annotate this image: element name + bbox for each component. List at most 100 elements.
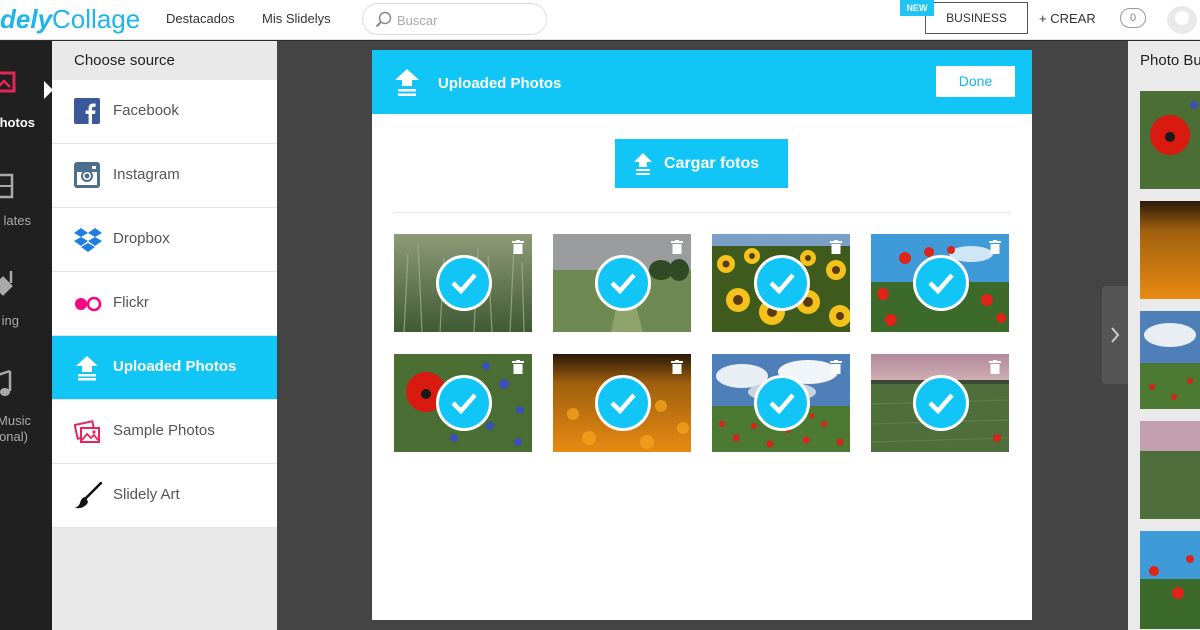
selected-check[interactable]	[754, 255, 810, 311]
photo-thumb[interactable]	[871, 234, 1009, 332]
source-label: Flickr	[113, 294, 149, 311]
rail-label-templates: lates	[3, 213, 31, 228]
photo-thumb[interactable]	[712, 354, 850, 452]
check-icon	[928, 273, 954, 294]
bucket-thumb[interactable]	[1140, 311, 1200, 409]
bucket-photo-field-dusk	[1140, 421, 1200, 519]
selected-check[interactable]	[754, 375, 810, 431]
source-title: Choose source	[74, 52, 175, 69]
source-item-facebook[interactable]: Facebook	[52, 80, 277, 144]
photos-icon	[0, 71, 16, 93]
avatar[interactable]	[1167, 6, 1197, 34]
trash-icon[interactable]	[512, 240, 524, 254]
trash-icon[interactable]	[830, 240, 842, 254]
source-label: Uploaded Photos	[113, 358, 237, 375]
source-item-instagram[interactable]: Instagram	[52, 144, 277, 208]
rail-item-templates[interactable]: lates	[0, 173, 52, 243]
bucket-thumb[interactable]	[1140, 91, 1200, 189]
new-badge: NEW	[900, 0, 934, 16]
instagram-icon	[74, 162, 100, 188]
dropbox-icon	[74, 228, 102, 252]
check-icon	[769, 393, 795, 414]
left-rail: hotos lates ing Music onal)	[0, 41, 52, 630]
nav-featured[interactable]: Destacados	[166, 11, 235, 26]
check-icon	[451, 393, 477, 414]
selected-check[interactable]	[595, 375, 651, 431]
upload-icon	[395, 69, 419, 96]
app-logo[interactable]: delyCollage	[0, 4, 140, 34]
trash-icon[interactable]	[512, 360, 524, 374]
uploaded-photos-modal: Uploaded Photos Done Cargar fotos	[372, 50, 1032, 620]
bucket-photo-red-poppy	[1140, 91, 1200, 189]
source-label: Instagram	[113, 166, 180, 183]
source-panel: Choose source Facebook Instagram Dropbox…	[44, 41, 277, 630]
photo-thumb[interactable]	[553, 354, 691, 452]
upload-icon	[634, 153, 652, 175]
bucket-photo-poppies-sky	[1140, 531, 1200, 629]
rail-item-photos[interactable]: hotos	[0, 69, 52, 139]
source-label: Slidely Art	[113, 486, 180, 503]
source-item-slidely-art[interactable]: Slidely Art	[52, 464, 277, 528]
selected-check[interactable]	[913, 375, 969, 431]
source-item-sample-photos[interactable]: Sample Photos	[52, 400, 277, 464]
photo-bucket-panel: Photo Bu	[1128, 41, 1200, 630]
modal-title: Uploaded Photos	[438, 75, 562, 92]
photo-thumb[interactable]	[712, 234, 850, 332]
check-icon	[610, 273, 636, 294]
rail-label-music-2: onal)	[0, 429, 28, 444]
check-icon	[928, 393, 954, 414]
check-icon	[451, 273, 477, 294]
chevron-right-icon	[1111, 327, 1120, 343]
source-item-dropbox[interactable]: Dropbox	[52, 208, 277, 272]
photo-thumb[interactable]	[871, 354, 1009, 452]
upload-icon	[76, 356, 98, 381]
source-label: Dropbox	[113, 230, 170, 247]
source-item-flickr[interactable]: Flickr	[52, 272, 277, 336]
search-placeholder: Buscar	[397, 13, 438, 28]
bucket-photo-poppy-field	[1140, 311, 1200, 409]
brush-icon	[75, 482, 102, 509]
trash-icon[interactable]	[671, 360, 683, 374]
flickr-icon	[75, 296, 102, 312]
bucket-thumb[interactable]	[1140, 531, 1200, 629]
business-button[interactable]: BUSINESS	[925, 2, 1028, 34]
trash-icon[interactable]	[989, 240, 1001, 254]
upload-photos-button[interactable]: Cargar fotos	[615, 139, 788, 188]
selected-check[interactable]	[913, 255, 969, 311]
trash-icon[interactable]	[989, 360, 1001, 374]
done-button[interactable]: Done	[936, 66, 1015, 97]
logo-text-1: dely	[0, 4, 53, 34]
rail-label-styling: ing	[1, 313, 19, 328]
top-bar: delyCollage Destacados Mis Slidelys Busc…	[0, 0, 1200, 40]
photo-thumb[interactable]	[553, 234, 691, 332]
photo-thumb[interactable]	[394, 354, 532, 452]
bucket-thumb[interactable]	[1140, 201, 1200, 299]
create-button[interactable]: + CREAR	[1039, 11, 1096, 26]
rail-item-styling[interactable]: ing	[0, 269, 52, 339]
expand-panel-button[interactable]	[1102, 286, 1128, 384]
logo-text-2: Collage	[52, 4, 141, 34]
photo-thumb[interactable]	[394, 234, 532, 332]
selected-check[interactable]	[436, 375, 492, 431]
selected-check[interactable]	[595, 255, 651, 311]
source-label: Sample Photos	[113, 422, 215, 439]
selected-check[interactable]	[436, 255, 492, 311]
templates-icon	[0, 173, 14, 199]
nav-my-slidelys[interactable]: Mis Slidelys	[262, 11, 331, 26]
bucket-thumb[interactable]	[1140, 421, 1200, 519]
trash-icon[interactable]	[671, 240, 683, 254]
search-input[interactable]: Buscar	[362, 3, 547, 35]
styling-icon	[0, 271, 13, 296]
bucket-photo-orange-flowers	[1140, 201, 1200, 299]
trash-icon[interactable]	[830, 360, 842, 374]
source-item-uploaded-photos[interactable]: Uploaded Photos	[52, 336, 277, 400]
rail-item-music[interactable]: Music onal)	[0, 367, 52, 457]
music-icon	[0, 369, 12, 396]
source-label: Facebook	[113, 102, 179, 119]
rail-label-photos: hotos	[0, 115, 35, 130]
modal-header: Uploaded Photos Done	[372, 50, 1032, 114]
notifications-bubble[interactable]: 0	[1120, 8, 1146, 28]
divider	[394, 212, 1011, 213]
search-icon	[375, 11, 392, 28]
check-icon	[610, 393, 636, 414]
